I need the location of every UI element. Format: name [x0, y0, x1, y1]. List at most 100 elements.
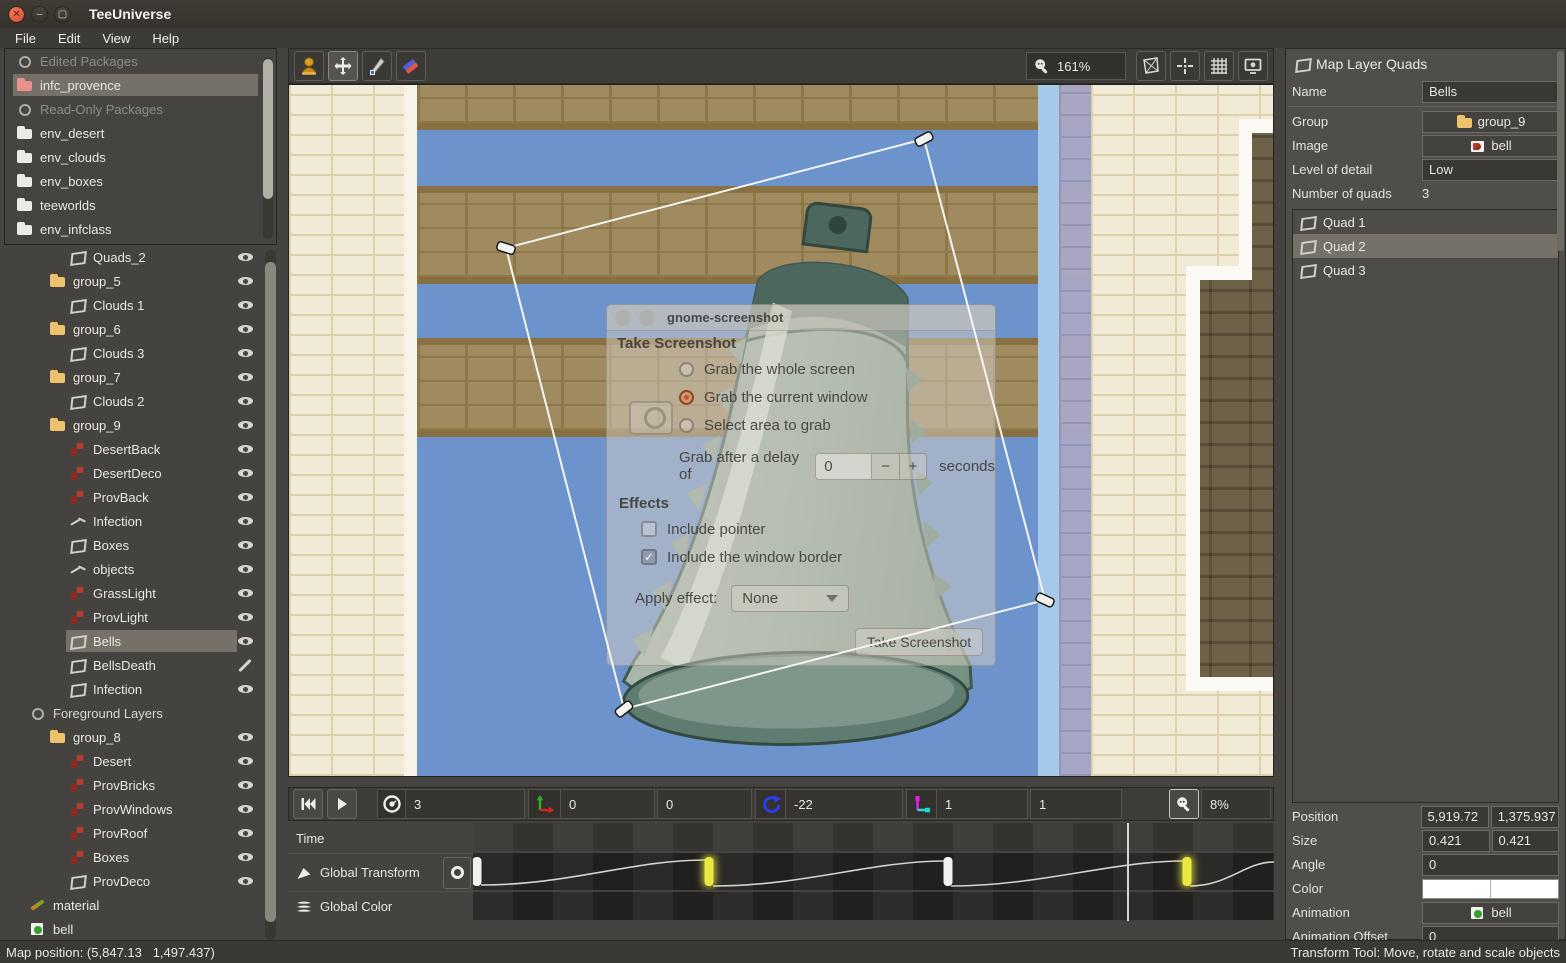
group-button[interactable]: group_9 — [1422, 111, 1559, 133]
keyframe[interactable] — [1183, 857, 1192, 886]
layer-row[interactable]: group_7 — [0, 365, 284, 389]
package-item[interactable]: env_desert — [5, 121, 276, 145]
transform-track-button[interactable] — [443, 857, 471, 889]
visibility-eye-icon[interactable] — [237, 513, 254, 529]
visibility-eye-icon[interactable] — [237, 393, 254, 409]
package-item[interactable]: env_boxes — [5, 169, 276, 193]
crosshair-button[interactable] — [1170, 51, 1200, 81]
dialog-close-icon[interactable] — [615, 310, 631, 326]
timeline-tracks[interactable] — [473, 823, 1274, 921]
play-button[interactable] — [327, 789, 357, 819]
package-item[interactable]: env_infclass — [5, 217, 276, 241]
visibility-eye-icon[interactable] — [237, 345, 254, 361]
timeline-zoom-field[interactable]: 8% — [1201, 789, 1271, 819]
quad-list-item[interactable]: Quad 2 — [1293, 234, 1558, 258]
grid-button[interactable] — [1204, 51, 1234, 81]
delay-plus-button[interactable]: + — [900, 453, 927, 480]
layer-row[interactable]: group_9 — [0, 413, 284, 437]
inspector-scrollbar[interactable] — [1557, 51, 1564, 251]
layer-row[interactable]: ProvLight — [0, 605, 284, 629]
layer-row[interactable]: Bells — [0, 629, 284, 653]
dialog-radio-option[interactable]: Select area to grab — [679, 411, 867, 439]
quad-list-item[interactable]: Quad 3 — [1293, 258, 1558, 282]
duration-field[interactable]: 3 — [405, 789, 525, 819]
menu-item[interactable]: Edit — [49, 31, 89, 46]
visibility-eye-icon[interactable] — [237, 873, 254, 889]
layer-row[interactable]: Foreground Layers — [0, 701, 284, 725]
layer-row[interactable]: group_6 — [0, 317, 284, 341]
time-ruler[interactable] — [473, 823, 1274, 851]
layer-row[interactable]: Desert — [0, 749, 284, 773]
color-keyframe-track[interactable] — [473, 892, 1274, 920]
dialog-minimize-icon[interactable] — [639, 310, 655, 326]
visibility-eye-icon[interactable] — [237, 273, 254, 289]
menu-item[interactable]: View — [93, 31, 139, 46]
visibility-eye-icon[interactable] — [237, 633, 254, 649]
tree-scrollbar[interactable] — [265, 250, 276, 940]
layer-row[interactable]: ProvWindows — [0, 797, 284, 821]
show-quads-bounds-button[interactable] — [1136, 51, 1166, 81]
menu-item[interactable]: Help — [143, 31, 188, 46]
eraser-tool-button[interactable] — [396, 51, 426, 81]
layer-row[interactable]: DesertDeco — [0, 461, 284, 485]
vertex-edit-tool-button[interactable] — [362, 51, 392, 81]
visibility-eye-icon[interactable] — [237, 753, 254, 769]
visibility-eye-icon[interactable] — [237, 849, 254, 865]
timeline-playhead[interactable] — [1127, 823, 1129, 921]
visibility-eye-icon[interactable] — [237, 417, 254, 433]
timeline-zoom-button[interactable] — [1169, 789, 1199, 819]
dialog-titlebar[interactable]: gnome-screenshot — [607, 305, 995, 331]
layer-row[interactable]: Clouds 1 — [0, 293, 284, 317]
visibility-eye-icon[interactable] — [237, 801, 254, 817]
dialog-checkbox-option[interactable]: ✓ Include the window border — [641, 543, 842, 571]
visibility-eye-icon[interactable] — [237, 369, 254, 385]
visibility-eye-icon[interactable] — [237, 489, 254, 505]
position-y-field[interactable]: 0 — [657, 789, 752, 819]
dialog-radio-option[interactable]: Grab the whole screen — [679, 355, 867, 383]
effect-dropdown[interactable]: None — [731, 585, 849, 612]
layer-row[interactable]: ProvDeco — [0, 869, 284, 893]
zoom-level-field[interactable]: 161% — [1026, 52, 1126, 80]
image-button[interactable]: bell — [1422, 135, 1559, 157]
animation-button[interactable]: bell — [1422, 902, 1559, 924]
quad-position-x-field[interactable]: 5,919.72 — [1421, 806, 1489, 828]
quad-size-y-field[interactable]: 0.421 — [1492, 830, 1560, 852]
keyframe[interactable] — [943, 857, 952, 886]
minimize-button[interactable]: – — [31, 6, 48, 23]
transform-keyframe-track[interactable] — [473, 853, 1274, 890]
package-item[interactable]: Edited Packages — [5, 49, 276, 73]
visibility-eye-icon[interactable] — [237, 250, 254, 265]
position-x-field[interactable]: 0 — [560, 789, 655, 819]
scale-x-field[interactable]: 1 — [936, 789, 1028, 819]
close-button[interactable]: ✕ — [8, 6, 25, 23]
radio-icon[interactable] — [679, 362, 694, 377]
quad-size-x-field[interactable]: 0.421 — [1422, 830, 1490, 852]
keyframe[interactable] — [705, 857, 714, 886]
display-settings-button[interactable] — [1238, 51, 1268, 81]
quad-position-y-field[interactable]: 1,375.937 — [1491, 806, 1559, 828]
package-item[interactable]: Read-Only Packages — [5, 97, 276, 121]
rotation-field[interactable]: -22 — [785, 789, 903, 819]
take-screenshot-button[interactable]: Take Screenshot — [855, 628, 983, 656]
visibility-eye-icon[interactable] — [237, 729, 254, 745]
visibility-eye-icon[interactable] — [237, 585, 254, 601]
layer-row[interactable]: Infection — [0, 509, 284, 533]
layer-row[interactable]: group_5 — [0, 269, 284, 293]
delay-minus-button[interactable]: − — [872, 453, 899, 480]
visibility-eye-icon[interactable] — [237, 321, 254, 337]
keyframe[interactable] — [473, 857, 482, 886]
visibility-eye-icon[interactable] — [237, 297, 254, 313]
visibility-eye-icon[interactable] — [237, 657, 254, 673]
layer-row[interactable]: BellsDeath — [0, 653, 284, 677]
dialog-checkbox-option[interactable]: Include pointer — [641, 515, 842, 543]
stamp-tool-button[interactable] — [294, 51, 324, 81]
quad-color-swatch[interactable] — [1422, 879, 1559, 899]
package-item[interactable]: infc_provence — [5, 73, 276, 97]
layer-row[interactable]: bell — [0, 917, 284, 940]
visibility-eye-icon[interactable] — [237, 777, 254, 793]
layer-row[interactable]: ProvRoof — [0, 821, 284, 845]
transform-tool-button[interactable] — [328, 51, 358, 81]
quad-angle-field[interactable]: 0 — [1422, 854, 1559, 876]
visibility-eye-icon[interactable] — [237, 465, 254, 481]
radio-icon[interactable] — [679, 418, 694, 433]
